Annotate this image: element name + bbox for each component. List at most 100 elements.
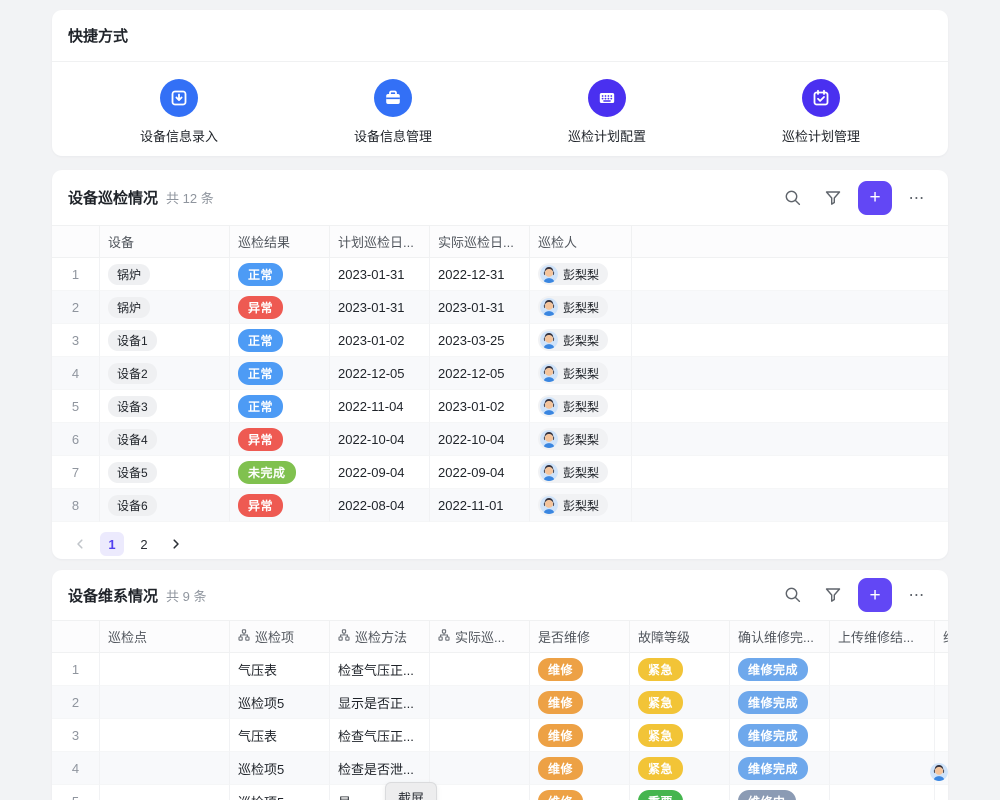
table-cell[interactable]: 2022-11-01 [430,489,530,522]
table-cell[interactable]: 设备1 [100,324,230,357]
more-icon[interactable]: ⋯ [902,183,932,213]
table-cell[interactable]: 设备3 [100,390,230,423]
table-cell[interactable]: 彭梨梨 [530,456,632,489]
table-cell[interactable]: 检查气压正... [330,719,430,752]
table-cell[interactable]: 紧急 [630,686,730,719]
table-cell[interactable]: 紧急 [630,653,730,686]
table-cell[interactable] [100,719,230,752]
shortcut-item-4[interactable]: 巡检计划管理 [714,68,928,145]
table-cell[interactable]: 检查气压正... [330,653,430,686]
table-cell[interactable]: 设备2 [100,357,230,390]
table-cell[interactable]: 巡检项5 [230,686,330,719]
table-cell[interactable]: 彭梨梨 [530,489,632,522]
table-cell[interactable]: 2023-01-31 [330,258,430,291]
table-cell[interactable] [632,324,948,357]
more-icon[interactable]: ⋯ [902,580,932,610]
table-cell[interactable]: 巡检项5 [230,752,330,785]
table-cell[interactable] [100,785,230,800]
table-cell[interactable]: 巡检项5 [230,785,330,800]
table-cell[interactable]: 2022-09-04 [430,456,530,489]
table-cell[interactable]: 2022-09-04 [330,456,430,489]
table-cell[interactable]: 锅炉 [100,291,230,324]
column-header[interactable]: 故障等级 [630,621,730,652]
table-cell[interactable]: 维修 [530,719,630,752]
table-cell[interactable] [430,719,530,752]
table-cell[interactable]: 彭梨梨 [530,423,632,456]
table-cell[interactable] [830,686,935,719]
column-header[interactable]: 巡检点 [100,621,230,652]
table-cell[interactable] [100,752,230,785]
table-cell[interactable]: 维修中 [730,785,830,800]
table-cell[interactable] [632,357,948,390]
table-cell[interactable] [100,653,230,686]
table-cell[interactable]: 2022-10-04 [430,423,530,456]
table-cell[interactable]: 彭梨梨 [530,258,632,291]
table-cell[interactable] [830,752,935,785]
table-cell[interactable]: 维修完成 [730,752,830,785]
shortcut-item-2[interactable]: 设备信息管理 [286,68,500,145]
table-cell[interactable]: 2022-12-05 [430,357,530,390]
table-cell[interactable]: 锅炉 [100,258,230,291]
table-cell[interactable]: 彭梨梨 [530,390,632,423]
table-cell[interactable]: 检查是否泄... [330,752,430,785]
table-cell[interactable]: 异常 [230,291,330,324]
table-cell[interactable]: 正常 [230,390,330,423]
table-cell[interactable]: 显示是否正... [330,686,430,719]
table-cell[interactable]: 维修完成 [730,719,830,752]
table-cell[interactable] [830,785,935,800]
table-cell[interactable]: 异常 [230,423,330,456]
table-cell[interactable]: 2023-01-02 [430,390,530,423]
table-cell[interactable]: 2022-11-04 [330,390,430,423]
table-cell[interactable]: 未完成 [230,456,330,489]
table-cell[interactable]: 紧急 [630,752,730,785]
table-cell[interactable] [830,653,935,686]
column-header[interactable]: 计划巡检日... [330,226,430,257]
search-icon[interactable] [778,580,808,610]
table-cell[interactable] [830,719,935,752]
table-cell[interactable] [632,456,948,489]
table-cell[interactable]: 2023-03-25 [430,324,530,357]
column-header[interactable]: 上传维修结... [830,621,935,652]
add-record-button[interactable]: + [858,578,892,612]
column-header[interactable]: 巡检结果 [230,226,330,257]
table-cell[interactable] [632,489,948,522]
table-cell[interactable]: 维修 [530,752,630,785]
table-cell[interactable]: 设备4 [100,423,230,456]
table-cell[interactable] [632,423,948,456]
add-record-button[interactable]: + [858,181,892,215]
table-cell[interactable] [935,719,948,752]
shortcut-item-1[interactable]: 设备信息录入 [72,68,286,145]
column-header[interactable]: 设备 [100,226,230,257]
table-cell[interactable]: 2022-10-04 [330,423,430,456]
table-cell[interactable] [430,686,530,719]
table-cell[interactable]: 异常 [230,489,330,522]
table-cell[interactable]: 维修完成 [730,653,830,686]
table-cell[interactable]: 2022-08-04 [330,489,430,522]
column-header[interactable]: 是否维修 [530,621,630,652]
table-cell[interactable] [632,291,948,324]
shortcut-item-3[interactable]: 巡检计划配置 [500,68,714,145]
chevron-left-icon[interactable] [68,532,92,556]
table-cell[interactable]: 2022-12-05 [330,357,430,390]
column-header[interactable]: 实际巡... [430,621,530,652]
page-button-1[interactable]: 1 [100,532,124,556]
table-cell[interactable]: 正常 [230,258,330,291]
table-cell[interactable]: 彭梨梨 [530,357,632,390]
column-header[interactable]: 巡检方法 [330,621,430,652]
table-cell[interactable]: 正常 [230,357,330,390]
table-cell[interactable] [632,390,948,423]
table-cell[interactable] [430,785,530,800]
table-cell[interactable]: 设备5 [100,456,230,489]
table-cell[interactable]: 维修完成 [730,686,830,719]
table-cell[interactable]: 正常 [230,324,330,357]
table-cell[interactable] [430,653,530,686]
filter-icon[interactable] [818,580,848,610]
table-cell[interactable]: 彭梨梨 [530,324,632,357]
column-header[interactable]: 实际巡检日... [430,226,530,257]
table-cell[interactable]: 彭梨梨 [530,291,632,324]
table-cell[interactable]: 2023-01-31 [330,291,430,324]
table-cell[interactable]: 维修 [530,686,630,719]
table-cell[interactable] [100,686,230,719]
column-header[interactable]: 确认维修完... [730,621,830,652]
table-cell[interactable] [632,258,948,291]
